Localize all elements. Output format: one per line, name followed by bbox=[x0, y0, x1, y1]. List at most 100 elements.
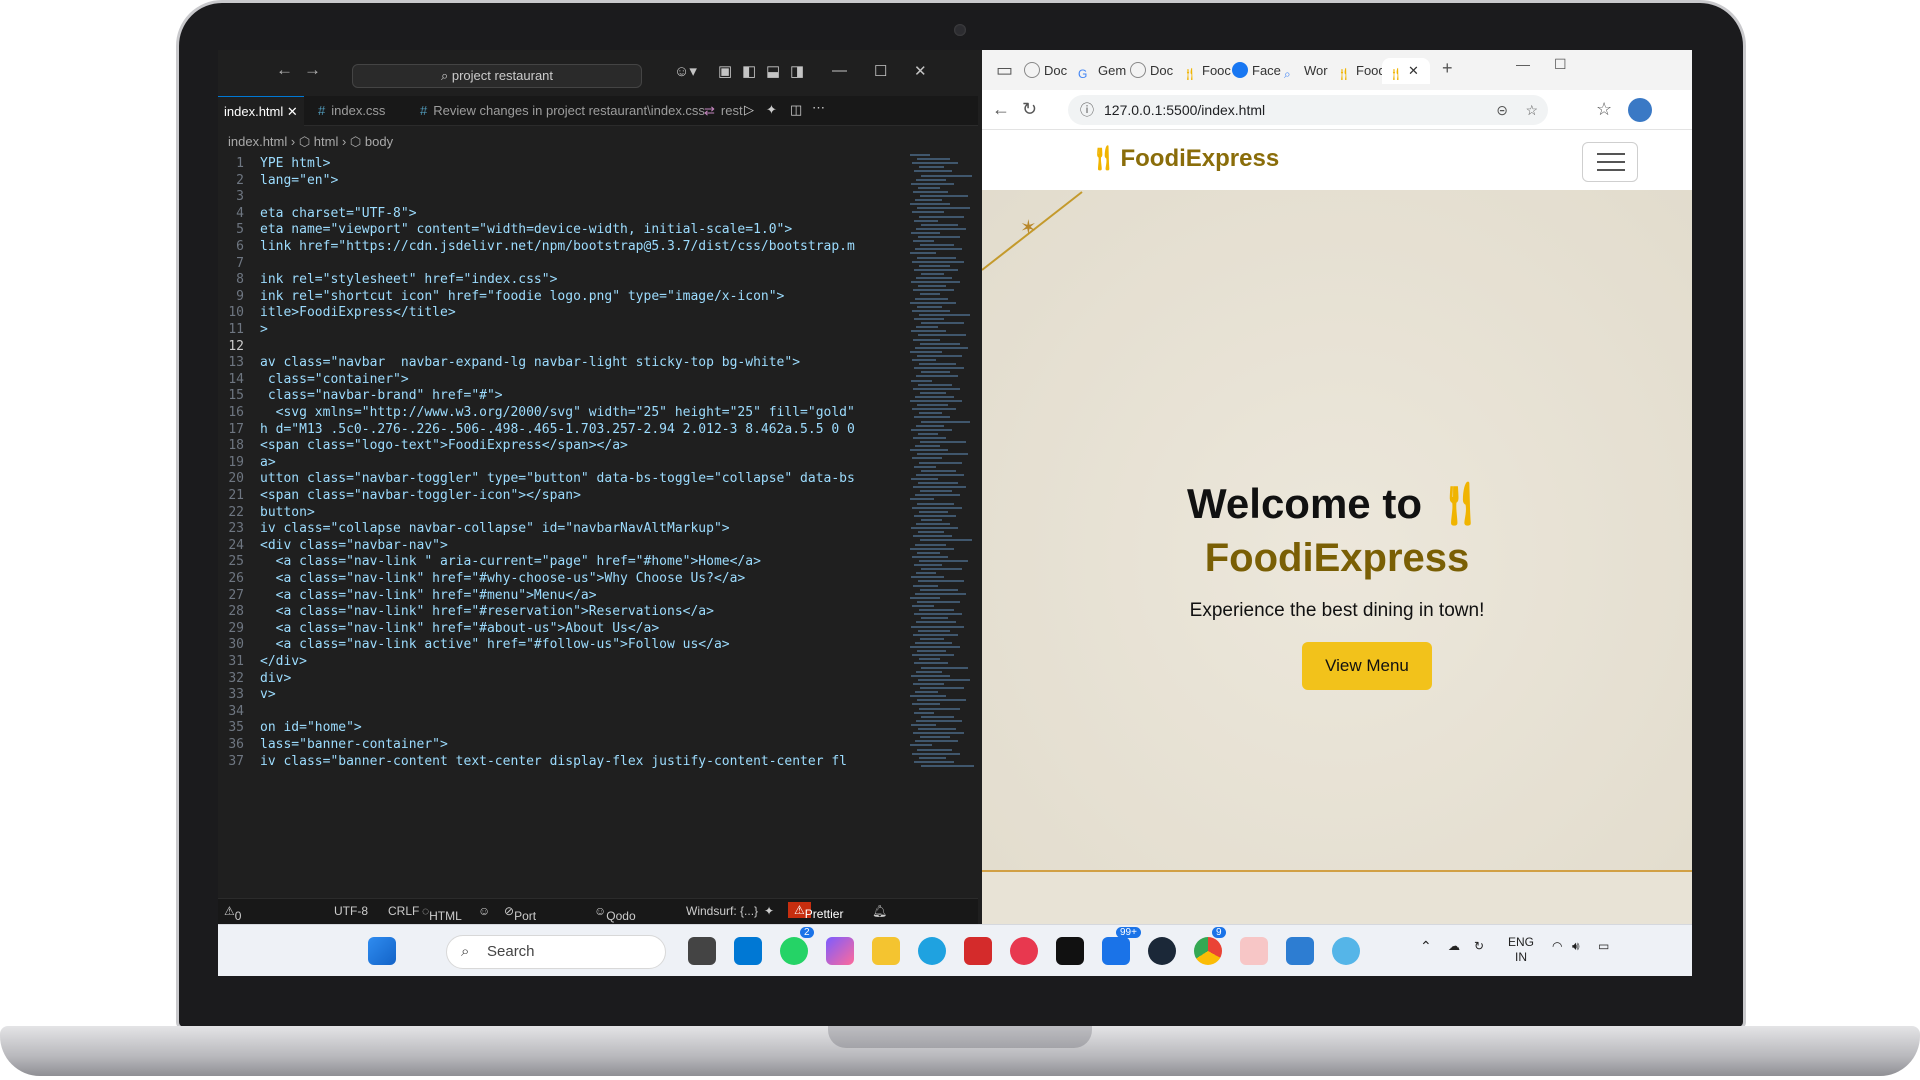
minimap-row bbox=[914, 219, 938, 222]
qodo-indicator[interactable]: ☺ Qodo Gen bbox=[594, 904, 636, 937]
code-text: lang="en"> bbox=[260, 172, 339, 188]
new-tab-icon[interactable]: + bbox=[1442, 58, 1453, 79]
copilot-icon[interactable] bbox=[826, 937, 854, 965]
site-brand[interactable]: 🍴︎FoodiExpress bbox=[1088, 144, 1279, 173]
prettier-indicator[interactable]: ⚠ Prettier bbox=[788, 902, 843, 921]
info-icon[interactable]: ⓘ bbox=[1080, 95, 1094, 125]
copilot-icon[interactable]: ☺▾ bbox=[674, 62, 697, 80]
eol-indicator[interactable]: CRLF bbox=[388, 904, 419, 918]
back-arrow-icon[interactable]: ← bbox=[276, 60, 293, 80]
address-bar[interactable]: ⓘ 127.0.0.1:5500/index.html ⊝ ☆ bbox=[1068, 95, 1548, 125]
minimap-row bbox=[911, 182, 954, 185]
secondary-sidebar-icon[interactable]: ◨ bbox=[790, 62, 804, 80]
sidebar-toggle-icon[interactable]: ◧ bbox=[742, 62, 756, 80]
sparkle-status-icon[interactable]: ✦ bbox=[764, 904, 774, 918]
taskbar-search[interactable]: ⌕ Search bbox=[446, 935, 666, 969]
minimap-row bbox=[919, 264, 950, 267]
minimap-row bbox=[914, 367, 964, 370]
forward-arrow-icon[interactable]: → bbox=[304, 60, 321, 80]
close-icon[interactable]: ✕ bbox=[914, 62, 927, 80]
edge-icon[interactable] bbox=[918, 937, 946, 965]
photos-icon[interactable] bbox=[1286, 937, 1314, 965]
minimize-icon[interactable]: — bbox=[1516, 56, 1530, 72]
hero-tagline: Experience the best dining in town! bbox=[1189, 600, 1485, 621]
tab-index-css[interactable]: # index.css bbox=[312, 96, 391, 126]
minimap-row bbox=[915, 199, 942, 202]
panel-toggle-icon[interactable]: ⬓ bbox=[766, 62, 780, 80]
browser-tab[interactable]: G Gem bbox=[1078, 58, 1126, 84]
tab-rest[interactable]: ⇄ rest bbox=[698, 96, 749, 126]
minimap[interactable] bbox=[910, 154, 974, 784]
tab-close-icon[interactable]: ✕ bbox=[287, 104, 298, 119]
teams-icon[interactable] bbox=[1102, 937, 1130, 965]
task-view-icon[interactable] bbox=[688, 937, 716, 965]
tab-review-changes[interactable]: # Review changes in project restaurant\in… bbox=[414, 96, 711, 126]
maximize-icon[interactable]: ☐ bbox=[874, 62, 887, 80]
capcut-icon[interactable] bbox=[1056, 937, 1084, 965]
chrome-icon[interactable] bbox=[1194, 937, 1222, 965]
navbar-toggler-button[interactable] bbox=[1582, 142, 1638, 182]
refresh-icon[interactable]: ↻ bbox=[1022, 99, 1037, 120]
bell-icon[interactable]: 🔔︎ bbox=[872, 904, 887, 918]
tab-index-html[interactable]: index.html ✕ bbox=[218, 96, 304, 126]
vscode-titlebar: ← → ⌕ project restaurant ☺▾ ▣ ◧ ⬓ ◨ — ☐ … bbox=[218, 50, 978, 90]
sync-icon[interactable]: ↻ bbox=[1474, 939, 1484, 954]
tab-actions-icon[interactable]: ▭ bbox=[996, 60, 1013, 81]
run-icon[interactable]: ▷ bbox=[744, 102, 754, 118]
media-player-icon[interactable] bbox=[1010, 937, 1038, 965]
wifi-icon[interactable]: ◠ bbox=[1552, 939, 1562, 954]
read-aloud-icon[interactable]: ⊝ bbox=[1496, 95, 1508, 125]
decorative-border bbox=[982, 870, 1692, 924]
tab-close-icon[interactable]: ✕ bbox=[1408, 63, 1419, 78]
windsurf-indicator[interactable]: Windsurf: {...} bbox=[686, 904, 758, 918]
split-editor-icon[interactable]: ◫ bbox=[790, 102, 802, 118]
browser-tab[interactable]: 🍴︎ Fooc bbox=[1182, 58, 1231, 84]
browser-tab[interactable]: ⌕ Wor bbox=[1284, 58, 1328, 84]
command-search[interactable]: ⌕ project restaurant bbox=[352, 64, 642, 88]
start-icon[interactable] bbox=[368, 937, 396, 965]
minimap-row bbox=[911, 625, 964, 628]
breadcrumb-file[interactable]: index.html bbox=[228, 134, 287, 149]
copilot-status-icon[interactable]: ☺ bbox=[478, 904, 490, 918]
battery-icon[interactable]: ▭ bbox=[1598, 939, 1609, 954]
language-indicator[interactable]: ◌ HTML bbox=[422, 904, 462, 923]
vscode-icon[interactable] bbox=[734, 937, 762, 965]
more-icon[interactable]: ⋯ bbox=[812, 100, 825, 116]
browser-tab[interactable]: 🍴︎ Food bbox=[1336, 58, 1386, 84]
onedrive-icon[interactable]: ☁ bbox=[1448, 939, 1460, 954]
minimap-row bbox=[919, 215, 964, 218]
steam-icon[interactable] bbox=[1148, 937, 1176, 965]
browser-tab[interactable]: Doc bbox=[1130, 58, 1173, 84]
browser-tab[interactable]: Doc bbox=[1024, 58, 1067, 84]
breadcrumb-body[interactable]: body bbox=[365, 134, 393, 149]
code-line[interactable]: 37 iv class="banner-content text-center d… bbox=[218, 752, 908, 772]
browser-tab[interactable]: Face bbox=[1232, 58, 1281, 84]
back-arrow-icon[interactable]: ← bbox=[992, 99, 1010, 120]
code-editor[interactable]: 1 YPE html> 2 lang="en"> 3 4 eta charset="UTF-… bbox=[218, 154, 908, 794]
snipping-tool-icon[interactable] bbox=[1240, 937, 1268, 965]
view-menu-button[interactable]: View Menu bbox=[1302, 642, 1432, 690]
paint-icon[interactable] bbox=[1332, 937, 1360, 965]
breadcrumb-html[interactable]: html bbox=[314, 134, 339, 149]
minimize-icon[interactable]: — bbox=[832, 62, 847, 79]
live-server-indicator[interactable]: ⊘ Port : 5500 bbox=[504, 904, 541, 951]
encoding-indicator[interactable]: UTF-8 bbox=[334, 904, 368, 918]
layout-icon[interactable]: ▣ bbox=[718, 62, 732, 80]
language-indicator[interactable]: ENG IN bbox=[1508, 935, 1534, 965]
fork-icon: 🍴︎ bbox=[1182, 67, 1198, 81]
problems-indicator[interactable]: ⚠ 0 bbox=[224, 904, 241, 923]
minimap-row bbox=[911, 674, 950, 677]
chevron-up-icon[interactable]: ⌃ bbox=[1420, 939, 1432, 954]
sparkle-icon[interactable]: ✦ bbox=[766, 102, 777, 118]
volume-icon[interactable]: 🔊︎ bbox=[1572, 939, 1580, 954]
browser-tab-active[interactable]: 🍴︎ ✕ bbox=[1382, 58, 1430, 84]
mcafee-icon[interactable] bbox=[964, 937, 992, 965]
profile-avatar[interactable] bbox=[1628, 98, 1652, 122]
minimap-row bbox=[912, 359, 936, 361]
favorites-icon[interactable]: ☆ bbox=[1596, 99, 1612, 120]
file-explorer-icon[interactable] bbox=[872, 937, 900, 965]
maximize-icon[interactable]: ☐ bbox=[1554, 56, 1567, 73]
whatsapp-icon[interactable] bbox=[780, 937, 808, 965]
code-text: ink rel="shortcut icon" href="foodie log… bbox=[260, 288, 785, 304]
favorite-star-icon[interactable]: ☆ bbox=[1525, 95, 1538, 125]
